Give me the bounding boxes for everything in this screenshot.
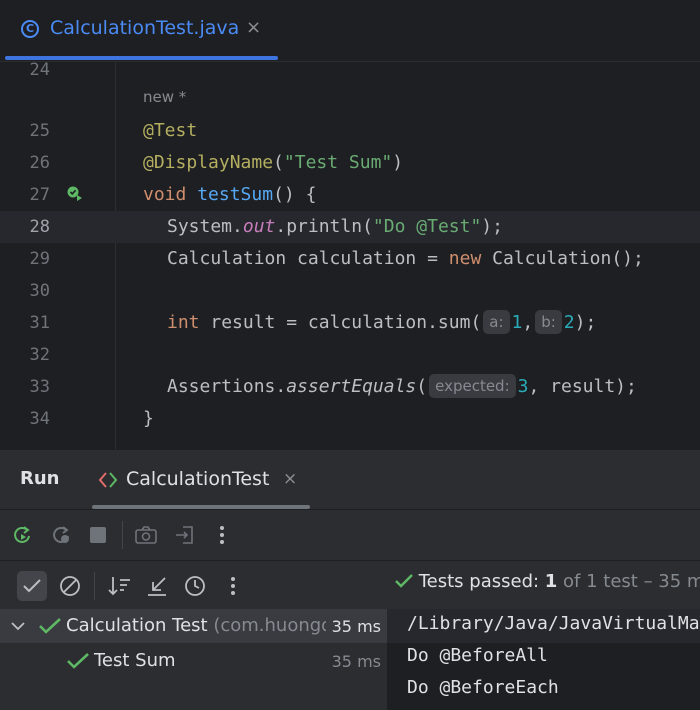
line-number: 29: [29, 249, 50, 269]
code-line: 27 void testSum() {: [0, 179, 700, 211]
console-line: /Library/Java/JavaVirtualMachines: [407, 613, 700, 634]
parameter-hint: expected:: [429, 374, 516, 398]
annotation-displayname: @DisplayName: [143, 152, 274, 173]
line-number: 30: [29, 281, 50, 301]
tree-node-package: (com.huongdanjava: [213, 615, 329, 636]
code-line: 32: [0, 339, 700, 371]
run-test-gutter-icon[interactable]: [67, 186, 83, 202]
line-number: 27: [29, 185, 50, 205]
export-icon[interactable]: [171, 521, 199, 549]
run-toolbar: [0, 510, 700, 561]
passed-check-icon: [395, 574, 413, 588]
passed-check-icon: [39, 618, 61, 634]
line-number: 31: [29, 313, 50, 333]
ide-window: C CalculationTest.java × 24 new * 25 @Te…: [0, 0, 700, 710]
code-editor[interactable]: 24 new * 25 @Test 26 @DisplayName("Test …: [0, 62, 700, 450]
toolbar-separator: [94, 572, 95, 600]
line-number: 34: [29, 409, 50, 429]
test-history-icon[interactable]: [180, 571, 210, 601]
run-header: Run CalculationTest ×: [0, 450, 700, 510]
line-number: 28: [29, 217, 50, 237]
test-results-tree: Calculation Test (com.huongdanjava 35 ms…: [0, 609, 387, 710]
editor-tab-bar: C CalculationTest.java ×: [0, 0, 700, 62]
parameter-hint: a:: [483, 310, 510, 334]
show-ignored-icon[interactable]: [55, 571, 85, 601]
code-line: 25 @Test: [0, 115, 700, 147]
passed-check-icon: [67, 653, 89, 669]
line-number: 33: [29, 377, 50, 397]
run-tool-window: Run CalculationTest × Tests passed: 1 of…: [0, 450, 700, 710]
line-number: 26: [29, 153, 50, 173]
code-line: 34 }: [0, 403, 700, 435]
rerun-icon[interactable]: [8, 521, 36, 549]
rerun-failed-icon[interactable]: [47, 521, 75, 549]
code-line: 30: [0, 275, 700, 307]
code-line: 29 Calculation calculation = new Calcula…: [0, 243, 700, 275]
line-number: 32: [29, 345, 50, 365]
console-line: Do @BeforeEach: [407, 677, 559, 698]
string-literal: "Test Sum": [283, 152, 393, 173]
run-title: Run: [20, 468, 60, 489]
console-output[interactable]: /Library/Java/JavaVirtualMachines Do @Be…: [387, 609, 700, 710]
tree-node-label: Test Sum: [94, 650, 176, 671]
collapse-all-icon[interactable]: [142, 571, 172, 601]
test-config-icon: [98, 472, 118, 488]
tree-node-calculation-test[interactable]: Calculation Test (com.huongdanjava 35 ms: [0, 609, 387, 643]
editor-tab-label: CalculationTest.java: [50, 17, 240, 39]
close-tab-icon[interactable]: ×: [246, 17, 261, 38]
more-options-icon[interactable]: [208, 521, 236, 549]
close-run-tab-icon[interactable]: ×: [283, 469, 297, 489]
code-line: 24: [0, 62, 700, 86]
console-line: Do @BeforeAll: [407, 645, 548, 666]
camera-icon[interactable]: [132, 521, 160, 549]
line-number: 25: [29, 121, 50, 141]
show-passed-toggle[interactable]: [17, 571, 47, 601]
active-tab-indicator: [5, 56, 278, 60]
run-tab-calculationtest[interactable]: CalculationTest: [126, 468, 269, 490]
code-line: 33 Assertions.assertEquals(expected: 3, r…: [0, 371, 700, 403]
stop-icon[interactable]: [84, 521, 112, 549]
method-name: testSum: [197, 184, 274, 205]
more-options-icon[interactable]: [218, 571, 248, 601]
code-line-current: 28 System.out.println("Do @Test");: [0, 211, 700, 243]
parameter-hint: b:: [535, 310, 562, 334]
toolbar-separator: [122, 521, 123, 549]
tree-node-label: Calculation Test: [66, 615, 208, 636]
code-line: 31 int result = calculation.sum(a: 1, b: 2)…: [0, 307, 700, 339]
editor-tab-calculationtest[interactable]: C CalculationTest.java ×: [0, 0, 278, 61]
annotation-test: @Test: [143, 120, 198, 141]
tree-node-duration: 35 ms: [331, 652, 381, 671]
chevron-down-icon[interactable]: [10, 619, 26, 633]
author-inlay-hint[interactable]: new *: [143, 88, 186, 106]
line-number: 24: [29, 62, 50, 80]
sort-icon[interactable]: [105, 571, 135, 601]
java-class-icon: C: [21, 20, 39, 38]
test-status-summary: Tests passed: 1 of 1 test – 35 ms: [395, 571, 700, 592]
test-toolbar: Tests passed: 1 of 1 test – 35 ms: [0, 561, 700, 609]
run-tab-indicator: [92, 505, 310, 509]
tree-node-duration: 35 ms: [325, 617, 381, 636]
code-line: 26 @DisplayName("Test Sum"): [0, 147, 700, 179]
tree-node-test-sum[interactable]: Test Sum 35 ms: [0, 644, 387, 678]
